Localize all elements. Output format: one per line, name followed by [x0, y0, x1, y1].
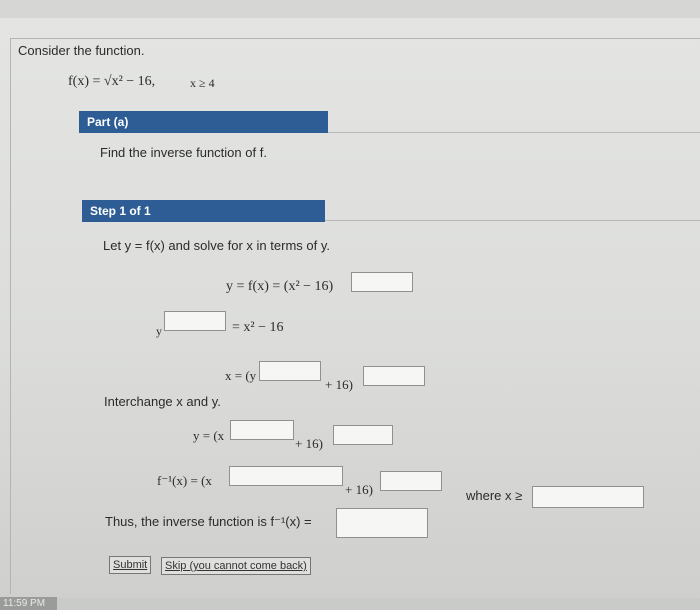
equation-1: y = f(x) = (x² − 16) — [226, 279, 334, 294]
eq1-exponent-input[interactable] — [351, 272, 413, 292]
domain-constraint: x ≥ 4 — [190, 76, 215, 90]
equation-2-left: y — [156, 324, 162, 338]
taskbar-clock: 11:59 PM — [0, 597, 57, 610]
eq5-outer-exponent-input[interactable] — [380, 471, 442, 491]
thus-text: Thus, the inverse function is f⁻¹(x) = — [105, 514, 312, 529]
equation-2-right: = x² − 16 — [232, 320, 284, 335]
part-instruction: Find the inverse function of f. — [100, 145, 267, 160]
intro-text: Consider the function. — [18, 43, 145, 58]
step-header: Step 1 of 1 — [82, 200, 325, 222]
eq2-exponent-input[interactable] — [164, 311, 226, 331]
eq4-outer-exponent-input[interactable] — [333, 425, 393, 445]
eq5-inner-exponent-input[interactable] — [229, 466, 343, 486]
top-strip — [0, 0, 700, 18]
function-definition: f(x) = √x² − 16, — [68, 74, 156, 89]
eq3-inner-exponent-input[interactable] — [259, 361, 321, 381]
skip-button[interactable]: Skip (you cannot come back) — [161, 557, 311, 575]
equation-4-plus: + 16) — [295, 436, 323, 451]
equation-5-left: f⁻¹(x) = (x — [157, 473, 212, 488]
eq3-outer-exponent-input[interactable] — [363, 366, 425, 386]
where-value-input[interactable] — [532, 486, 644, 508]
part-header: Part (a) — [79, 111, 328, 133]
frame-left-border — [10, 38, 11, 594]
equation-3-left: x = (y — [225, 368, 257, 383]
final-answer-input[interactable] — [336, 508, 428, 538]
part-divider — [328, 132, 700, 133]
eq4-inner-exponent-input[interactable] — [230, 420, 294, 440]
step-divider — [325, 220, 700, 221]
equation-5-plus: + 16) — [345, 482, 373, 497]
submit-button[interactable]: Submit — [109, 556, 152, 574]
equation-3-plus: + 16) — [325, 377, 353, 392]
where-label: where x ≥ — [466, 488, 523, 503]
frame-top-border — [10, 38, 700, 39]
step-instruction: Let y = f(x) and solve for x in terms of… — [103, 238, 330, 253]
interchange-text: Interchange x and y. — [104, 394, 221, 409]
equation-4-left: y = (x — [193, 428, 225, 443]
